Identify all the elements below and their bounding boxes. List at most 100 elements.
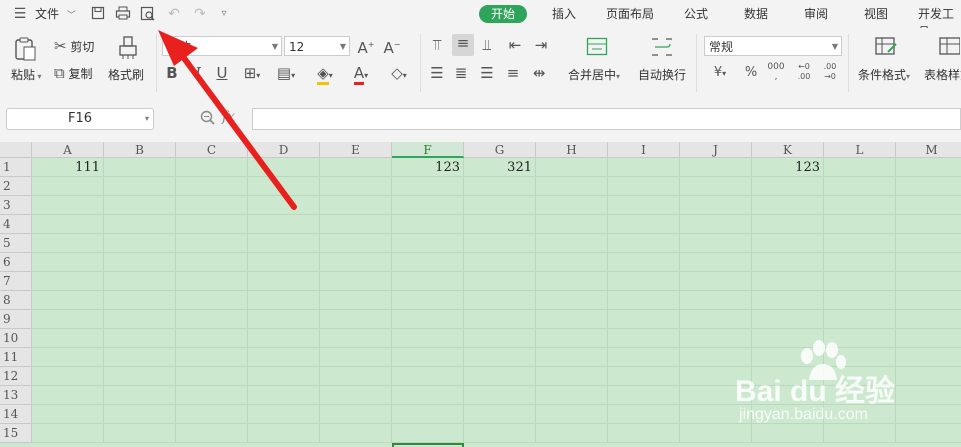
cell-f14[interactable]: [392, 405, 464, 424]
cell-l2[interactable]: [824, 177, 896, 196]
align-bottom-icon[interactable]: ⫫: [478, 36, 496, 54]
cell-c13[interactable]: [176, 386, 248, 405]
cell-m3[interactable]: [896, 196, 961, 215]
cell-c7[interactable]: [176, 272, 248, 291]
font-name-select[interactable]: 宋体 ▼: [162, 36, 282, 56]
row-header-4[interactable]: 4: [0, 215, 32, 234]
paste-button[interactable]: 粘贴 ▾: [11, 66, 42, 83]
cell-e13[interactable]: [320, 386, 392, 405]
cell-f4[interactable]: [392, 215, 464, 234]
cell-j5[interactable]: [680, 234, 752, 253]
percent-icon[interactable]: %: [744, 64, 758, 82]
align-middle-icon[interactable]: ≡: [452, 34, 474, 56]
cell-g10[interactable]: [464, 329, 536, 348]
cell-d14[interactable]: [248, 405, 320, 424]
fx-icon[interactable]: fx: [222, 109, 235, 125]
cell-g14[interactable]: [464, 405, 536, 424]
zoom-search-icon[interactable]: [200, 110, 218, 128]
row-header-6[interactable]: 6: [0, 253, 32, 272]
cell-b4[interactable]: [104, 215, 176, 234]
cell-b5[interactable]: [104, 234, 176, 253]
column-header-m[interactable]: M: [896, 142, 961, 158]
cell-e4[interactable]: [320, 215, 392, 234]
cell-l8[interactable]: [824, 291, 896, 310]
cell-d2[interactable]: [248, 177, 320, 196]
bold-icon[interactable]: B: [164, 64, 180, 82]
row-header-7[interactable]: 7: [0, 272, 32, 291]
cell-c5[interactable]: [176, 234, 248, 253]
cell-b12[interactable]: [104, 367, 176, 386]
cell-h11[interactable]: [536, 348, 608, 367]
align-top-icon[interactable]: ⫪: [428, 36, 446, 54]
cell-i9[interactable]: [608, 310, 680, 329]
cell-d15[interactable]: [248, 424, 320, 443]
row-header-8[interactable]: 8: [0, 291, 32, 310]
increase-indent-icon[interactable]: ⇥: [532, 36, 550, 54]
decrease-indent-icon[interactable]: ⇤: [506, 36, 524, 54]
formula-input[interactable]: [252, 108, 961, 130]
cell-m5[interactable]: [896, 234, 961, 253]
cell-h5[interactable]: [536, 234, 608, 253]
cell-i6[interactable]: [608, 253, 680, 272]
cell-d10[interactable]: [248, 329, 320, 348]
increase-decimal-icon[interactable]: ←0.00: [794, 62, 814, 82]
cell-a8[interactable]: [32, 291, 104, 310]
cell-a15[interactable]: [32, 424, 104, 443]
cell-e6[interactable]: [320, 253, 392, 272]
cell-b8[interactable]: [104, 291, 176, 310]
align-center-icon[interactable]: ≣: [452, 64, 470, 82]
cell-i10[interactable]: [608, 329, 680, 348]
cell-g9[interactable]: [464, 310, 536, 329]
cell-a14[interactable]: [32, 405, 104, 424]
cell-k9[interactable]: [752, 310, 824, 329]
cell-j2[interactable]: [680, 177, 752, 196]
copy-button[interactable]: ⧉ 复制: [54, 64, 93, 82]
cell-a13[interactable]: [32, 386, 104, 405]
cell-h1[interactable]: [536, 158, 608, 177]
cell-f13[interactable]: [392, 386, 464, 405]
cell-i1[interactable]: [608, 158, 680, 177]
cell-g13[interactable]: [464, 386, 536, 405]
format-painter-icon[interactable]: [117, 36, 139, 62]
cell-e14[interactable]: [320, 405, 392, 424]
tab-page-layout[interactable]: 页面布局: [606, 5, 654, 23]
cut-button[interactable]: ✂ 剪切: [54, 37, 94, 55]
cell-d4[interactable]: [248, 215, 320, 234]
cell-l4[interactable]: [824, 215, 896, 234]
justify-icon[interactable]: ≡: [504, 64, 522, 82]
row-header-2[interactable]: 2: [0, 177, 32, 196]
decrease-decimal-icon[interactable]: .00 →0: [820, 62, 840, 82]
cell-i5[interactable]: [608, 234, 680, 253]
row-header-11[interactable]: 11: [0, 348, 32, 367]
cell-b3[interactable]: [104, 196, 176, 215]
cell-b2[interactable]: [104, 177, 176, 196]
paste-icon[interactable]: [12, 36, 40, 64]
cell-d13[interactable]: [248, 386, 320, 405]
cell-f9[interactable]: [392, 310, 464, 329]
cell-k5[interactable]: [752, 234, 824, 253]
cell-h8[interactable]: [536, 291, 608, 310]
wrap-text-icon[interactable]: [650, 36, 674, 58]
merge-center-button[interactable]: 合并居中▾: [568, 66, 620, 83]
cell-c9[interactable]: [176, 310, 248, 329]
column-header-j[interactable]: J: [680, 142, 752, 158]
cell-h10[interactable]: [536, 329, 608, 348]
cell-a5[interactable]: [32, 234, 104, 253]
row-header-10[interactable]: 10: [0, 329, 32, 348]
cell-a11[interactable]: [32, 348, 104, 367]
fill-color-icon[interactable]: ◈▾: [312, 64, 338, 85]
tab-data[interactable]: 数据: [744, 5, 768, 23]
cell-f8[interactable]: [392, 291, 464, 310]
cell-i12[interactable]: [608, 367, 680, 386]
cell-g12[interactable]: [464, 367, 536, 386]
cell-k6[interactable]: [752, 253, 824, 272]
cell-e9[interactable]: [320, 310, 392, 329]
cell-c4[interactable]: [176, 215, 248, 234]
cell-l9[interactable]: [824, 310, 896, 329]
cell-a6[interactable]: [32, 253, 104, 272]
borders-icon[interactable]: ⊞▾: [240, 64, 264, 85]
cell-j7[interactable]: [680, 272, 752, 291]
cell-b1[interactable]: [104, 158, 176, 177]
active-cell-indicator[interactable]: [392, 443, 464, 447]
print-icon[interactable]: [115, 6, 131, 22]
